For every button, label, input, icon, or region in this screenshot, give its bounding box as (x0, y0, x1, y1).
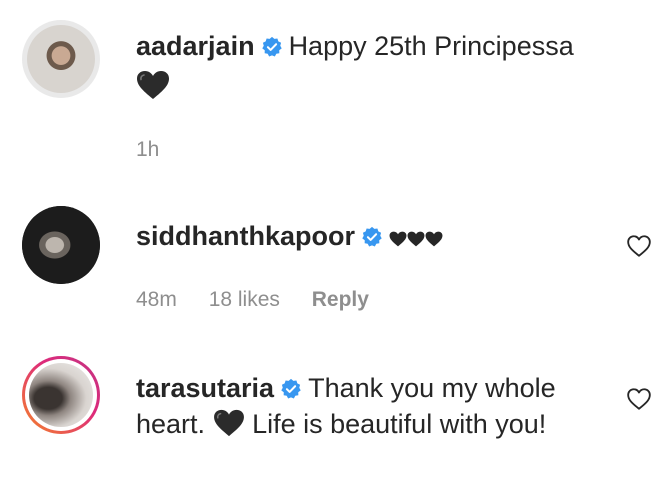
comment-username[interactable]: aadarjain (136, 31, 255, 61)
avatar-photo (27, 25, 95, 93)
heart-outline-icon[interactable] (626, 233, 652, 259)
black-heart-emoji (407, 231, 425, 247)
comment-text-block: aadarjain Happy 25th Principessa (136, 28, 606, 105)
comment-text-part2: Life is beautiful with you! (252, 409, 547, 439)
comment-likes[interactable]: 18 likes (209, 288, 280, 311)
black-hearts (389, 220, 443, 256)
comment-text-block: tarasutaria Thank you my whole heart. Lif… (136, 370, 606, 442)
comment-text: Happy 25th Principessa (288, 31, 574, 61)
black-heart-emoji (389, 231, 407, 247)
comment-text-block: siddhanthkapoor (136, 218, 606, 256)
avatar-siddhanthkapoor[interactable] (22, 206, 100, 284)
comment-time: 48m (136, 288, 177, 311)
verified-badge-icon (362, 226, 382, 247)
reply-button[interactable]: Reply (312, 288, 369, 311)
comment-username[interactable]: siddhanthkapoor (136, 221, 355, 251)
heart-outline-icon[interactable] (626, 386, 652, 412)
black-heart-emoji (425, 231, 443, 247)
comment-meta: 1h (136, 138, 185, 162)
comment-time: 1h (136, 138, 160, 161)
comment-username[interactable]: tarasutaria (136, 373, 274, 403)
verified-badge-icon (281, 378, 301, 399)
avatar-aadarjain[interactable] (22, 20, 100, 98)
avatar-photo (29, 363, 93, 427)
avatar-tarasutaria[interactable] (22, 356, 100, 434)
black-heart-emoji (137, 71, 169, 99)
comment-meta: 48m 18 likes Reply (136, 288, 395, 312)
black-heart-emoji (213, 409, 244, 437)
verified-badge-icon (261, 36, 282, 57)
avatar-photo (22, 206, 100, 284)
